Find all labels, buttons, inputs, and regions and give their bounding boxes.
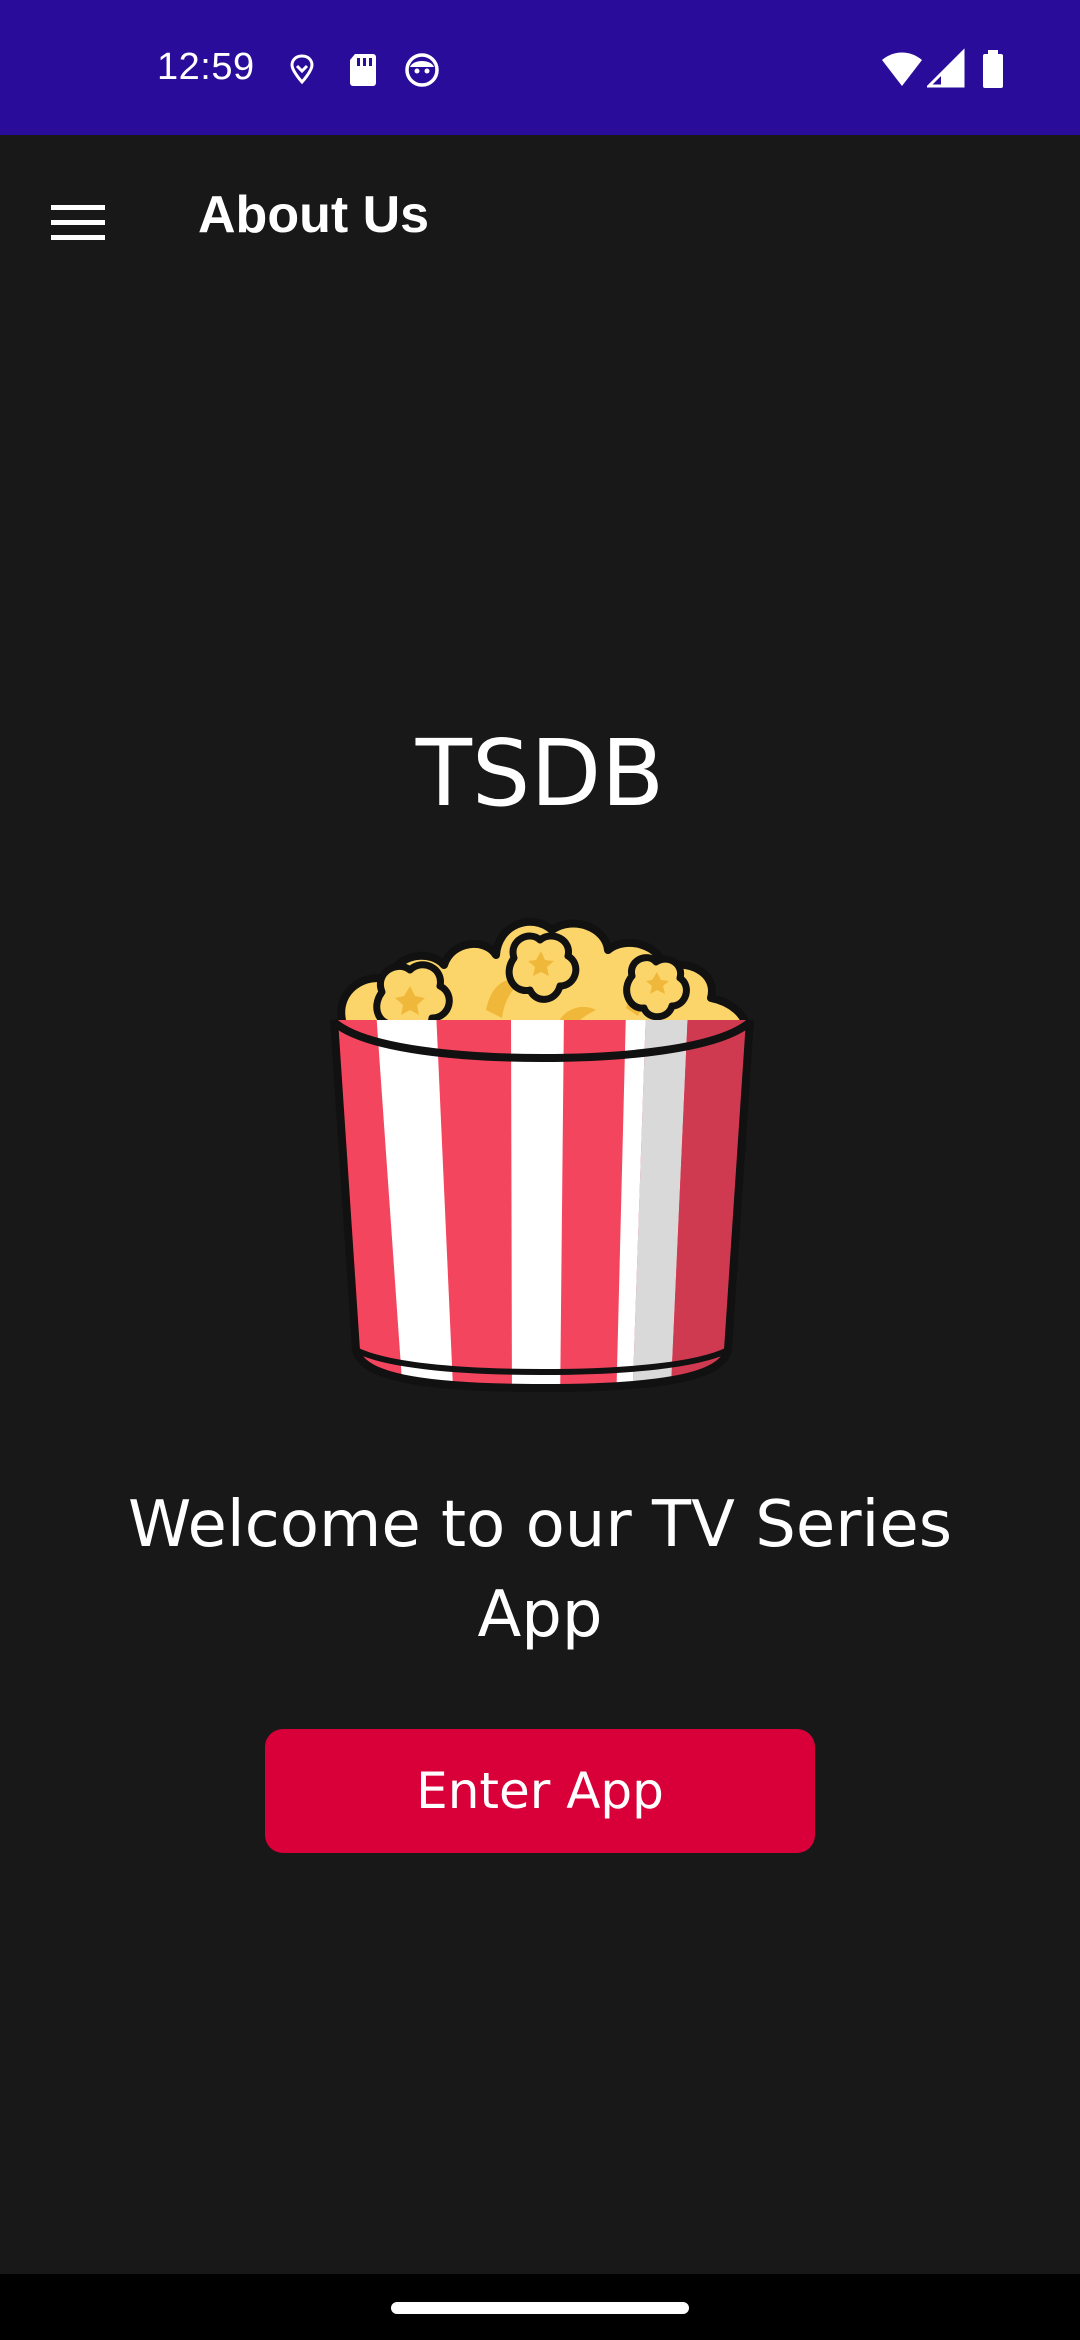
brand-title: TSDB — [415, 720, 665, 827]
navigation-bar — [0, 2274, 1080, 2340]
menu-icon — [51, 205, 105, 240]
status-time: 12:59 — [157, 46, 255, 88]
app-bar: About Us — [0, 135, 1080, 295]
location-pin-icon — [290, 54, 314, 85]
wifi-icon — [882, 52, 922, 86]
popcorn-bucket-icon — [330, 917, 754, 1392]
cell-signal-icon — [927, 48, 965, 88]
status-bar: 12:59 — [0, 0, 1080, 135]
home-gesture-handle[interactable] — [391, 2302, 689, 2314]
screen: 12:59 About Us TSDB Welcome to our TV Se… — [0, 0, 1080, 2340]
menu-button[interactable] — [30, 175, 126, 271]
battery-icon — [983, 50, 1003, 88]
page-title: About Us — [198, 186, 430, 244]
welcome-message: Welcome to our TV Series App — [127, 1488, 953, 1652]
enter-app-button[interactable]: Enter App — [265, 1729, 815, 1853]
sd-card-icon — [350, 54, 376, 86]
assistant-face-icon — [405, 53, 439, 87]
